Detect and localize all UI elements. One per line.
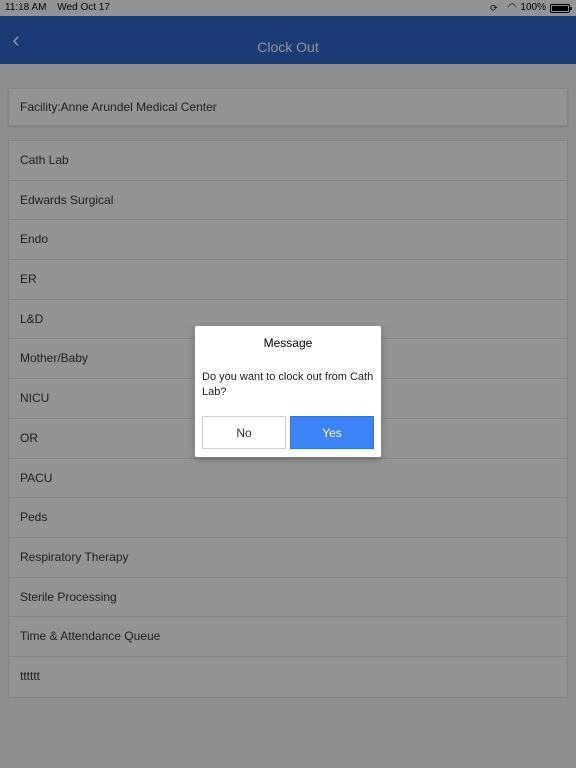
- message-dialog: Message Do you want to clock out from Ca…: [195, 326, 381, 457]
- no-button[interactable]: No: [202, 416, 286, 449]
- dialog-message: Do you want to clock out from Cath Lab?: [202, 371, 374, 398]
- dialog-title: Message: [263, 336, 313, 350]
- yes-button[interactable]: Yes: [290, 416, 374, 449]
